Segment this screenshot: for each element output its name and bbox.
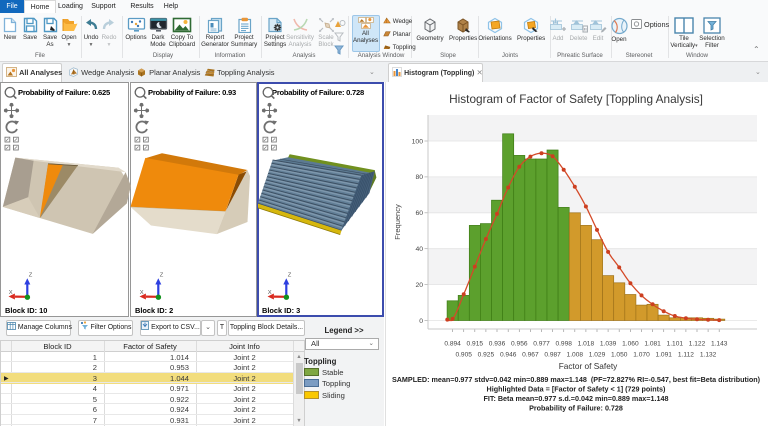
svg-text:1.112: 1.112 — [678, 352, 694, 359]
svg-text:0.894: 0.894 — [444, 341, 461, 348]
svg-text:0.967: 0.967 — [522, 352, 539, 359]
svg-text:0.946: 0.946 — [500, 352, 517, 359]
svg-text:1.039: 1.039 — [600, 341, 617, 348]
svg-text:1.081: 1.081 — [644, 341, 661, 348]
svg-text:Frequency: Frequency — [393, 204, 402, 240]
svg-text:1.070: 1.070 — [633, 352, 650, 359]
svg-text:SAMPLED: mean=0.977 stdv=0.042: SAMPLED: mean=0.977 stdv=0.042 min=0.889… — [392, 375, 761, 384]
svg-text:0.998: 0.998 — [555, 341, 572, 348]
svg-text:1.018: 1.018 — [578, 341, 595, 348]
svg-text:Z: Z — [29, 273, 33, 279]
svg-text:FIT: Beta mean=0.977 s.d.=0.04: FIT: Beta mean=0.977 s.d.=0.042 min=0.88… — [484, 394, 669, 403]
svg-text:0.936: 0.936 — [489, 341, 506, 348]
svg-text:1.050: 1.050 — [611, 352, 628, 359]
svg-text:1.008: 1.008 — [567, 352, 584, 359]
svg-text:Probability of Failure: 0.728: Probability of Failure: 0.728 — [529, 404, 623, 413]
svg-text:1.122: 1.122 — [689, 341, 706, 348]
svg-text:1.029: 1.029 — [589, 352, 606, 359]
svg-text:100: 100 — [412, 138, 424, 145]
svg-text:0.956: 0.956 — [511, 341, 528, 348]
svg-text:80: 80 — [415, 174, 423, 181]
svg-text:0.925: 0.925 — [478, 352, 495, 359]
svg-text:1.101: 1.101 — [667, 341, 684, 348]
svg-text:1.143: 1.143 — [711, 341, 728, 348]
svg-text:60: 60 — [415, 210, 423, 217]
svg-text:0.905: 0.905 — [455, 352, 472, 359]
svg-text:0: 0 — [419, 318, 423, 325]
svg-text:1.132: 1.132 — [700, 352, 717, 359]
svg-text:1.060: 1.060 — [622, 341, 639, 348]
svg-text:20: 20 — [415, 282, 423, 289]
svg-text:0.915: 0.915 — [467, 341, 484, 348]
svg-text:1.091: 1.091 — [655, 352, 672, 359]
svg-text:0.977: 0.977 — [533, 341, 550, 348]
svg-text:40: 40 — [415, 246, 423, 253]
svg-text:X: X — [9, 290, 13, 296]
svg-text:Highlighted Data = [Factor of: Highlighted Data = [Factor of Safety < 1… — [487, 385, 667, 394]
svg-text:Factor of Safety: Factor of Safety — [559, 361, 618, 371]
svg-text:0.987: 0.987 — [544, 352, 561, 359]
svg-text:Histogram of Factor of Safety: Histogram of Factor of Safety [Toppling … — [449, 92, 703, 106]
